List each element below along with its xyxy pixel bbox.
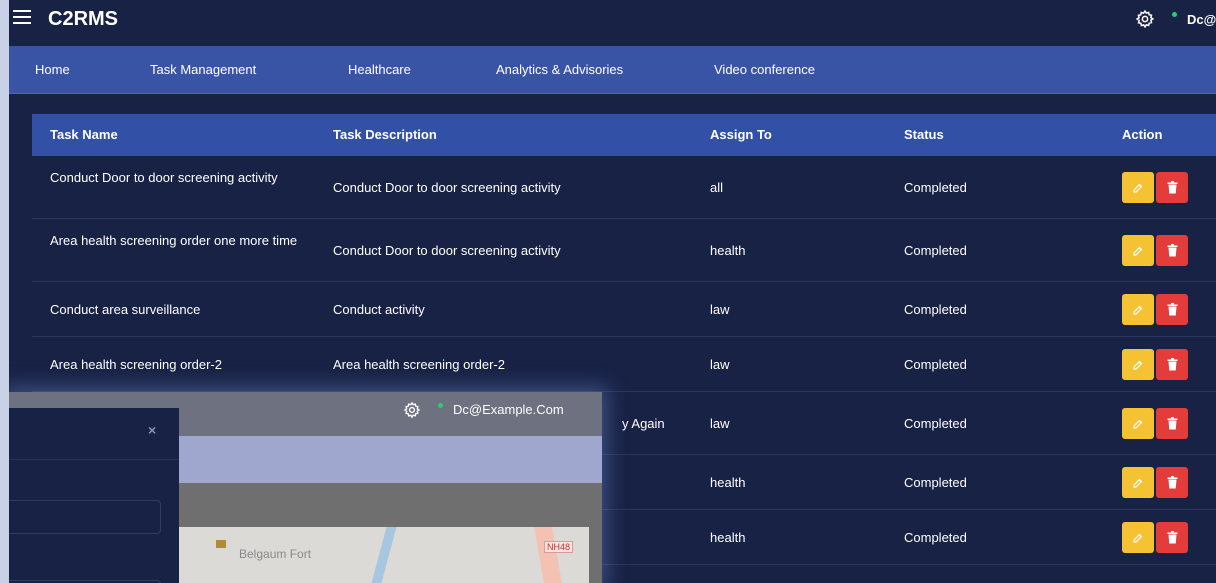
map-road-badge: NH48 (544, 541, 574, 553)
trash-icon (1167, 417, 1177, 430)
app-window: C2RMS Dc@ Home Task Management Healthcar… (9, 0, 1216, 583)
nav-home[interactable]: Home (35, 62, 70, 77)
cell-task-description: Conduct Door to door screening activity (333, 179, 561, 195)
edit-icon (1133, 360, 1143, 370)
overlay-user-email[interactable]: Dc@Example.Com (453, 402, 564, 417)
table-header: Task Name Task Description Assign To Sta… (32, 114, 1216, 156)
cell-status: Completed (904, 415, 967, 431)
edit-button[interactable] (1122, 294, 1154, 325)
edit-icon (1133, 419, 1143, 429)
trash-icon (1167, 476, 1177, 489)
table-row: Conduct Door to door screening activity C… (32, 156, 1216, 219)
delete-button[interactable] (1156, 522, 1188, 553)
cell-assign-to: health (710, 242, 746, 258)
close-icon[interactable]: × (148, 422, 156, 438)
table-row: Area health screening order one more tim… (32, 219, 1216, 282)
trash-icon (1167, 244, 1177, 257)
edit-button[interactable] (1122, 235, 1154, 266)
header-assign-to: Assign To (710, 127, 772, 142)
edit-icon (1133, 183, 1143, 193)
modal-input-field[interactable] (9, 500, 161, 534)
modal-dialog: × (9, 408, 179, 583)
header-task-description: Task Description (333, 127, 437, 142)
cell-assign-to: health (710, 474, 746, 490)
cell-task-name: Conduct Door to door screening activity (50, 169, 278, 185)
overlay-map[interactable]: Belgaum Fort NH48 (179, 527, 589, 583)
cell-task-name: Area health screening order one more tim… (50, 232, 298, 248)
online-status-dot (1172, 12, 1177, 17)
settings-gear-icon[interactable] (1135, 9, 1155, 29)
cell-status: Completed (904, 301, 967, 317)
edit-button[interactable] (1122, 408, 1154, 439)
delete-button[interactable] (1156, 467, 1188, 498)
cell-task-name: Conduct area surveillance (50, 301, 201, 317)
header-task-name: Task Name (50, 127, 118, 142)
row-description-fragment: y Again (622, 416, 665, 431)
cell-status: Completed (904, 474, 967, 490)
edit-button[interactable] (1122, 522, 1154, 553)
cell-status: Completed (904, 529, 967, 545)
cell-status: Completed (904, 179, 967, 195)
nav-task-management[interactable]: Task Management (150, 62, 256, 77)
trash-icon (1167, 531, 1177, 544)
edit-button[interactable] (1122, 467, 1154, 498)
overlay-settings-gear-icon[interactable] (403, 401, 421, 419)
nav-analytics-advisories[interactable]: Analytics & Advisories (496, 62, 623, 77)
cell-task-name: Area health screening order-2 (50, 356, 222, 372)
edit-icon (1133, 246, 1143, 256)
map-fort-icon (216, 540, 226, 548)
cell-task-description: Conduct activity (333, 301, 425, 317)
cell-task-description: Conduct Door to door screening activity (333, 242, 561, 258)
edit-button[interactable] (1122, 349, 1154, 380)
map-highway (534, 527, 562, 583)
cell-status: Completed (904, 242, 967, 258)
header-status: Status (904, 127, 944, 142)
cell-status: Completed (904, 356, 967, 372)
user-email[interactable]: Dc@ (1187, 12, 1216, 27)
main-nav: Home Task Management Healthcare Analytic… (9, 46, 1216, 94)
cell-assign-to: law (710, 356, 730, 372)
cell-assign-to: all (710, 179, 724, 195)
delete-button[interactable] (1156, 349, 1188, 380)
edit-icon (1133, 533, 1143, 543)
edit-button[interactable] (1122, 172, 1154, 203)
trash-icon (1167, 303, 1177, 316)
map-place-label: Belgaum Fort (239, 547, 312, 561)
modal-divider (9, 459, 179, 460)
top-bar: C2RMS Dc@ (9, 0, 1216, 46)
app-title: C2RMS (48, 8, 119, 30)
edit-icon (1133, 305, 1143, 315)
table-row: Conduct area surveillance Conduct activit… (32, 282, 1216, 337)
trash-icon (1167, 181, 1177, 194)
cell-assign-to: health (710, 529, 746, 545)
nav-healthcare[interactable]: Healthcare (348, 62, 411, 77)
edit-icon (1133, 478, 1143, 488)
map-river (371, 527, 397, 583)
table-row: Area health screening order-2 Area health… (32, 337, 1216, 392)
header-action: Action (1122, 127, 1163, 142)
cell-assign-to: law (710, 301, 730, 317)
overlay-nav-bar (179, 436, 602, 483)
delete-button[interactable] (1156, 235, 1188, 266)
delete-button[interactable] (1156, 408, 1188, 439)
overlay-online-dot (438, 403, 443, 408)
delete-button[interactable] (1156, 294, 1188, 325)
cell-task-description: Area health screening order-2 (333, 356, 505, 372)
cell-assign-to: law (710, 415, 730, 431)
menu-icon[interactable] (13, 10, 31, 26)
delete-button[interactable] (1156, 172, 1188, 203)
nav-video-conference[interactable]: Video conference (714, 62, 815, 77)
trash-icon (1167, 358, 1177, 371)
